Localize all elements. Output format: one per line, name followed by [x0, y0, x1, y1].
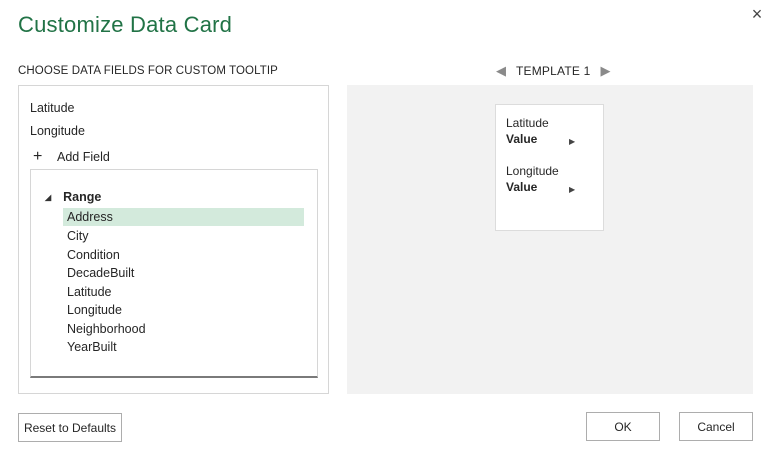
selected-field-longitude[interactable]: Longitude — [30, 124, 85, 138]
reset-to-defaults-button[interactable]: Reset to Defaults — [18, 413, 122, 442]
tree-item-condition[interactable]: Condition — [63, 246, 304, 264]
tree-item-address[interactable]: Address — [63, 208, 304, 226]
cancel-button[interactable]: Cancel — [679, 412, 753, 441]
tree-root-label: Range — [63, 190, 102, 204]
ok-button[interactable]: OK — [586, 412, 660, 441]
add-field-label: Add Field — [57, 150, 110, 164]
add-field-button[interactable]: + Add Field — [33, 148, 110, 165]
field-tree: ◢ Range Address City Condition DecadeBui… — [30, 169, 318, 378]
next-template-icon[interactable]: ▶ — [598, 63, 612, 79]
close-icon[interactable]: × — [748, 4, 766, 24]
fields-section-heading: CHOOSE DATA FIELDS FOR CUSTOM TOOLTIP — [18, 65, 278, 77]
card-field-name: Latitude — [506, 116, 549, 130]
tree-item-city[interactable]: City — [63, 227, 304, 245]
data-card-preview: Latitude Value ▶ Longitude Value ▶ — [495, 104, 604, 231]
card-field-name: Longitude — [506, 164, 559, 178]
selected-field-latitude[interactable]: Latitude — [30, 101, 74, 115]
template-preview-area: Latitude Value ▶ Longitude Value ▶ — [347, 85, 753, 394]
tree-item-yearbuilt[interactable]: YearBuilt — [63, 338, 304, 356]
fields-panel: Latitude Longitude + Add Field ◢ Range A… — [18, 85, 329, 394]
tree-item-longitude[interactable]: Longitude — [63, 301, 304, 319]
plus-icon: + — [33, 148, 43, 165]
card-field-value[interactable]: Value — [506, 132, 537, 146]
tree-item-latitude[interactable]: Latitude — [63, 283, 304, 301]
collapse-triangle-icon[interactable]: ◢ — [45, 193, 51, 202]
tree-root-range[interactable]: ◢ Range — [45, 190, 101, 204]
tree-item-decadebuilt[interactable]: DecadeBuilt — [63, 264, 304, 282]
previous-template-icon[interactable]: ◀ — [494, 63, 508, 79]
value-dropdown-icon[interactable]: ▶ — [569, 137, 575, 146]
template-navigator: ◀ TEMPLATE 1 ▶ — [494, 63, 612, 79]
value-dropdown-icon[interactable]: ▶ — [569, 185, 575, 194]
card-field-value[interactable]: Value — [506, 180, 537, 194]
tree-item-neighborhood[interactable]: Neighborhood — [63, 320, 304, 338]
template-label: TEMPLATE 1 — [516, 64, 591, 78]
dialog-title: Customize Data Card — [18, 12, 233, 37]
